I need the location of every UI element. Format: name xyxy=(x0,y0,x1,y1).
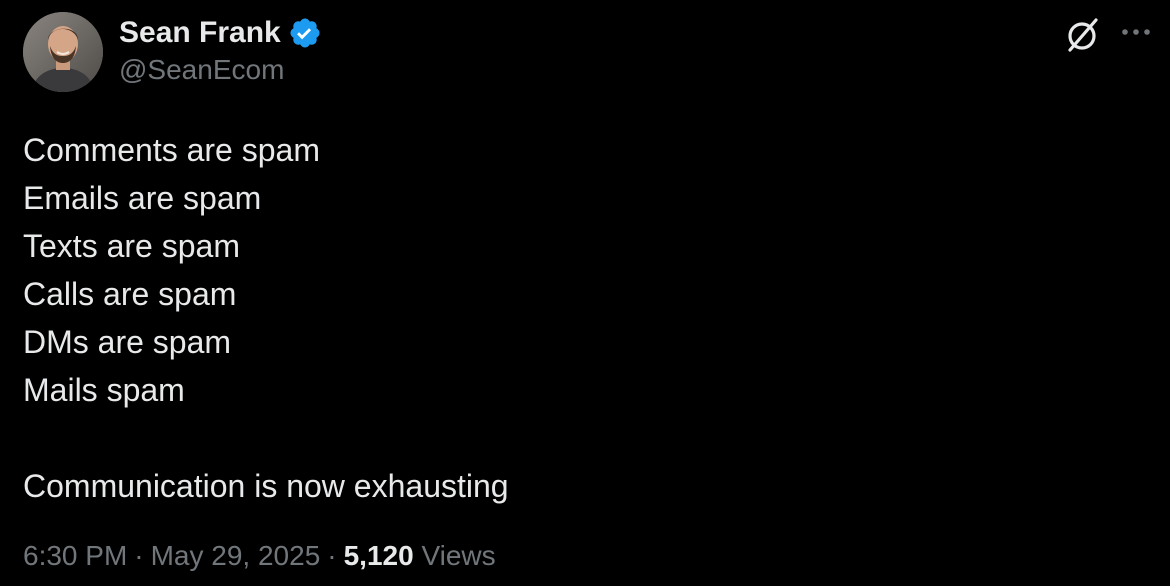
more-options-icon[interactable] xyxy=(1120,22,1152,42)
views-label[interactable]: Views xyxy=(421,540,495,571)
profile-photo-icon xyxy=(23,12,103,92)
tweet-line: DMs are spam xyxy=(23,324,232,360)
tweet-card: Sean Frank @SeanEcom Comments are spam E… xyxy=(0,0,1170,586)
tweet-time[interactable]: 6:30 PM xyxy=(23,540,127,571)
tweet-line: Comments are spam xyxy=(23,132,320,168)
avatar[interactable] xyxy=(23,12,103,92)
tweet-line xyxy=(23,414,509,462)
tweet-line: Texts are spam xyxy=(23,228,240,264)
views-count[interactable]: 5,120 xyxy=(344,540,414,571)
tweet-line: Calls are spam xyxy=(23,276,237,312)
author-name-row: Sean Frank xyxy=(119,14,322,52)
verified-badge-icon[interactable] xyxy=(288,16,322,50)
tweet-date[interactable]: May 29, 2025 xyxy=(151,540,321,571)
tweet-line: Mails spam xyxy=(23,372,185,408)
author-display-name[interactable]: Sean Frank xyxy=(119,16,281,50)
meta-separator: · xyxy=(327,540,337,571)
author-handle[interactable]: @SeanEcom xyxy=(119,54,284,86)
tweet-text: Comments are spam Emails are spam Texts … xyxy=(23,126,509,510)
tweet-line: Emails are spam xyxy=(23,180,262,216)
tweet-line: Communication is now exhausting xyxy=(23,468,509,504)
tweet-meta: 6:30 PM · May 29, 2025 · 5,120 Views xyxy=(23,540,496,572)
meta-separator: · xyxy=(134,540,144,571)
grok-icon[interactable] xyxy=(1064,16,1102,54)
